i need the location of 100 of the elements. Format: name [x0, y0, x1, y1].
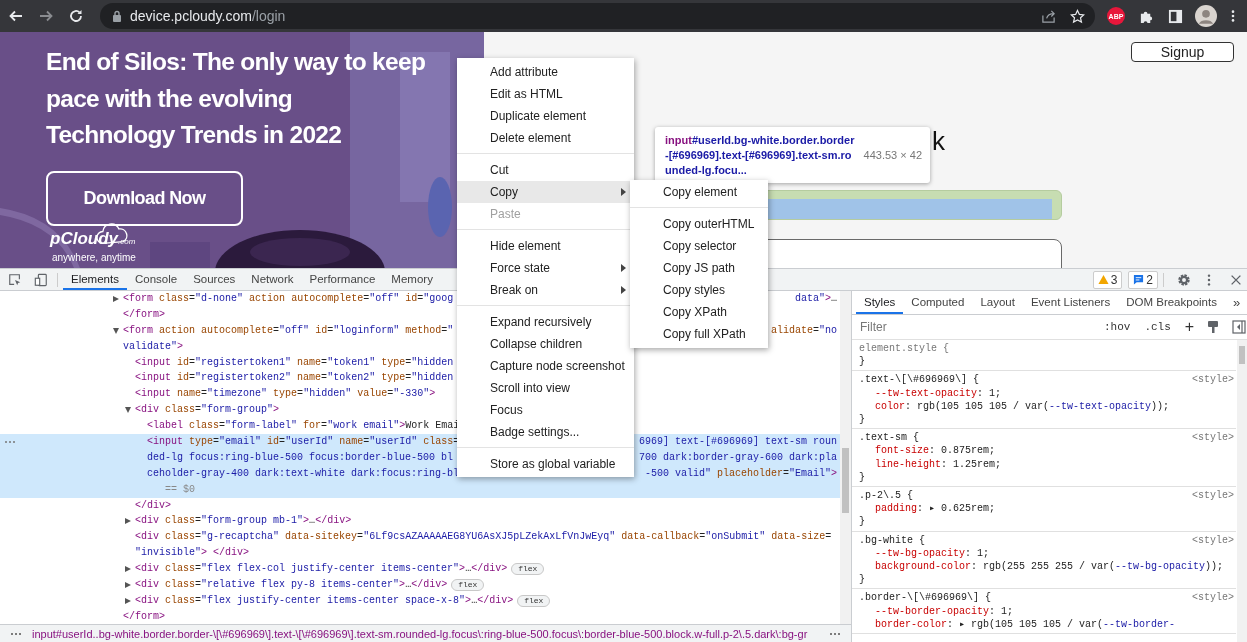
disclosure-triangle-icon[interactable] — [125, 581, 131, 588]
class-toggle[interactable]: .cls — [1144, 321, 1171, 333]
headline-line: End of Silos: The only way to keep — [46, 47, 426, 77]
sidebar-toggle-icon[interactable] — [1232, 320, 1247, 334]
code-line[interactable]: <div class="form-group"> — [135, 402, 280, 419]
devtools-tab[interactable]: Memory — [383, 269, 441, 290]
disclosure-triangle-icon[interactable] — [125, 518, 131, 525]
source-link[interactable]: <style> — [1192, 373, 1234, 387]
headline-line: pace with the evolving — [46, 83, 292, 114]
menu-item[interactable]: Badge settings... — [457, 421, 634, 443]
devtools-tab[interactable]: Network — [243, 269, 302, 290]
styles-tab[interactable]: Computed — [903, 292, 973, 314]
side-panel-icon[interactable] — [1168, 8, 1183, 24]
menu-item[interactable]: Delete element — [457, 127, 634, 149]
code-line[interactable]: 6969] text-[#696969] text-sm roun — [638, 433, 837, 450]
download-now-button[interactable]: Download Now — [46, 170, 243, 226]
source-link[interactable]: <style> — [1192, 591, 1234, 605]
closing-brace: } — [859, 516, 865, 528]
devtools-tab[interactable]: Sources — [185, 269, 244, 290]
source-link[interactable]: <style> — [1192, 489, 1234, 503]
hover-state-toggle[interactable]: :hov — [1104, 321, 1131, 333]
code-line[interactable]: data">… — [794, 291, 837, 307]
menu-item[interactable]: Scroll into view — [457, 377, 634, 399]
message-icon — [1133, 274, 1145, 285]
code-line[interactable]: </form> — [123, 306, 166, 323]
settings-icon[interactable] — [1177, 272, 1191, 287]
more-icon[interactable] — [10, 631, 22, 636]
device-toolbar-icon[interactable] — [34, 272, 48, 287]
code-line[interactable]: <div class="relative flex py-8 items-center">…</div> — [135, 577, 448, 593]
code-line[interactable]: -500 valid" placeholder="Email"> — [644, 465, 837, 482]
page-heading: k — [932, 126, 946, 156]
disclosure-triangle-icon[interactable] — [125, 597, 131, 604]
code-line[interactable]: <label class="form-label" for="work email">Work Emai — [147, 418, 460, 435]
element-selector: input#userId.bg-white.border.border-[#696969].text-[#696969].text-sm.rounded-lg.focu... — [665, 132, 856, 178]
styles-tab[interactable]: Styles — [856, 292, 904, 314]
css-property: padding: ▸ 0.625rem; — [874, 502, 997, 516]
devtools-tab[interactable]: Console — [126, 269, 186, 290]
menu-icon[interactable] — [1231, 9, 1235, 23]
disclosure-triangle-icon[interactable] — [125, 566, 131, 573]
disclosure-triangle-icon[interactable] — [113, 295, 119, 302]
menu-item[interactable]: Capture node screenshot — [457, 355, 634, 377]
styles-tab[interactable]: Event Listeners — [1022, 292, 1119, 314]
code-line[interactable]: <form class="d-none" action autocomplete="off" id="goog — [123, 291, 454, 307]
code-line[interactable]: "invisible"> </div> — [135, 545, 250, 562]
menu-item[interactable]: Cut — [457, 159, 634, 181]
styles-tab[interactable]: DOM Breakpoints — [1118, 292, 1225, 314]
headline-line: Technology Trends in 2022 — [46, 120, 342, 150]
menu-item[interactable]: Edit as HTML — [457, 83, 634, 105]
more-tabs-button[interactable]: » — [1224, 292, 1247, 314]
styles-tab[interactable]: Layout — [972, 292, 1023, 314]
address-bar[interactable]: device.pcloudy.com/login — [100, 3, 1095, 29]
element-size: 443.53 × 42 — [863, 149, 922, 161]
new-rule-button[interactable]: + — [1184, 318, 1195, 336]
css-property: border-color: ▸ rgb(105 105 105 / var(--tw-border- — [874, 617, 1177, 632]
scrollbar[interactable] — [840, 291, 851, 624]
code-line[interactable]: <input name="timezone" type="hidden" value="-330"> — [135, 386, 436, 403]
reload-icon[interactable] — [68, 8, 84, 24]
menu-item[interactable]: Duplicate element — [457, 105, 634, 127]
signup-button[interactable]: Signup — [1131, 42, 1234, 62]
flex-badge[interactable]: flex — [511, 563, 545, 576]
source-link[interactable]: <style> — [1192, 431, 1234, 445]
code-line[interactable]: <div class="form-group mb-1">…</div> — [135, 513, 352, 530]
code-line[interactable]: <input id="registertoken2" name="token2" type="hidden — [135, 370, 454, 387]
code-line[interactable]: <div class="flex justify-center items-center space-x-8">…</div> — [135, 592, 514, 609]
more-icon[interactable] — [829, 631, 841, 636]
paint-brush-icon[interactable] — [1206, 320, 1221, 334]
back-icon[interactable] — [8, 8, 24, 24]
css-property: background-color: rgb(255 255 255 / var(--tw-bg-opacity)); — [874, 560, 1225, 574]
code-line[interactable]: 700 dark:border-gray-600 dark:pla — [638, 449, 837, 466]
bookmark-star-icon[interactable] — [1070, 8, 1085, 24]
code-line[interactable]: </form> — [123, 608, 166, 624]
menu-item[interactable]: Focus — [457, 399, 634, 421]
forward-icon[interactable] — [38, 8, 54, 24]
devtools-tab[interactable]: Elements — [63, 269, 127, 290]
share-icon[interactable] — [1041, 8, 1056, 24]
css-selector: .text-\[\#696969\] { — [859, 373, 981, 387]
lock-icon — [112, 10, 122, 22]
menu-item[interactable]: Add attribute — [457, 61, 634, 83]
code-line[interactable]: <input id="registertoken1" name="token1" type="hidden — [135, 354, 454, 371]
menu-item[interactable]: Store as global variable — [457, 453, 634, 475]
more-options-icon[interactable] — [1207, 272, 1211, 287]
code-line[interactable]: alidate="no — [770, 322, 837, 339]
warnings-counter[interactable]: 3 — [1092, 270, 1123, 289]
messages-counter[interactable]: 2 — [1128, 270, 1158, 289]
code-line[interactable]: </div> — [135, 497, 172, 514]
scrollbar[interactable] — [1237, 340, 1247, 642]
code-line[interactable]: <div class="flex flex-col justify-center items-center">…</div> — [135, 561, 508, 578]
code-line[interactable]: <div class="g-recaptcha" data-sitekey="6Lf9csAZAAAAAEG8YU6AsXJ5pLZekAxLfVnJwEyq" data-callback="onSubmit" data-size= — [135, 529, 832, 546]
avatar-icon[interactable] — [1195, 5, 1217, 27]
code-line[interactable]: validate"> — [123, 338, 184, 355]
flex-badge[interactable]: flex — [517, 594, 551, 607]
css-selector: .p-2\.5 { — [859, 489, 914, 503]
inspect-icon[interactable] — [8, 272, 22, 287]
disclosure-triangle-icon[interactable] — [113, 327, 119, 334]
devtools-tab[interactable]: Performance — [301, 269, 384, 290]
flex-badge[interactable]: flex — [451, 578, 485, 591]
css-selector: .bg-white { — [859, 533, 926, 547]
source-link[interactable]: <style> — [1192, 533, 1234, 547]
disclosure-triangle-icon[interactable] — [125, 407, 131, 414]
code-line[interactable]: <form action autocomplete="off" id="loginform" method=" — [123, 322, 454, 339]
